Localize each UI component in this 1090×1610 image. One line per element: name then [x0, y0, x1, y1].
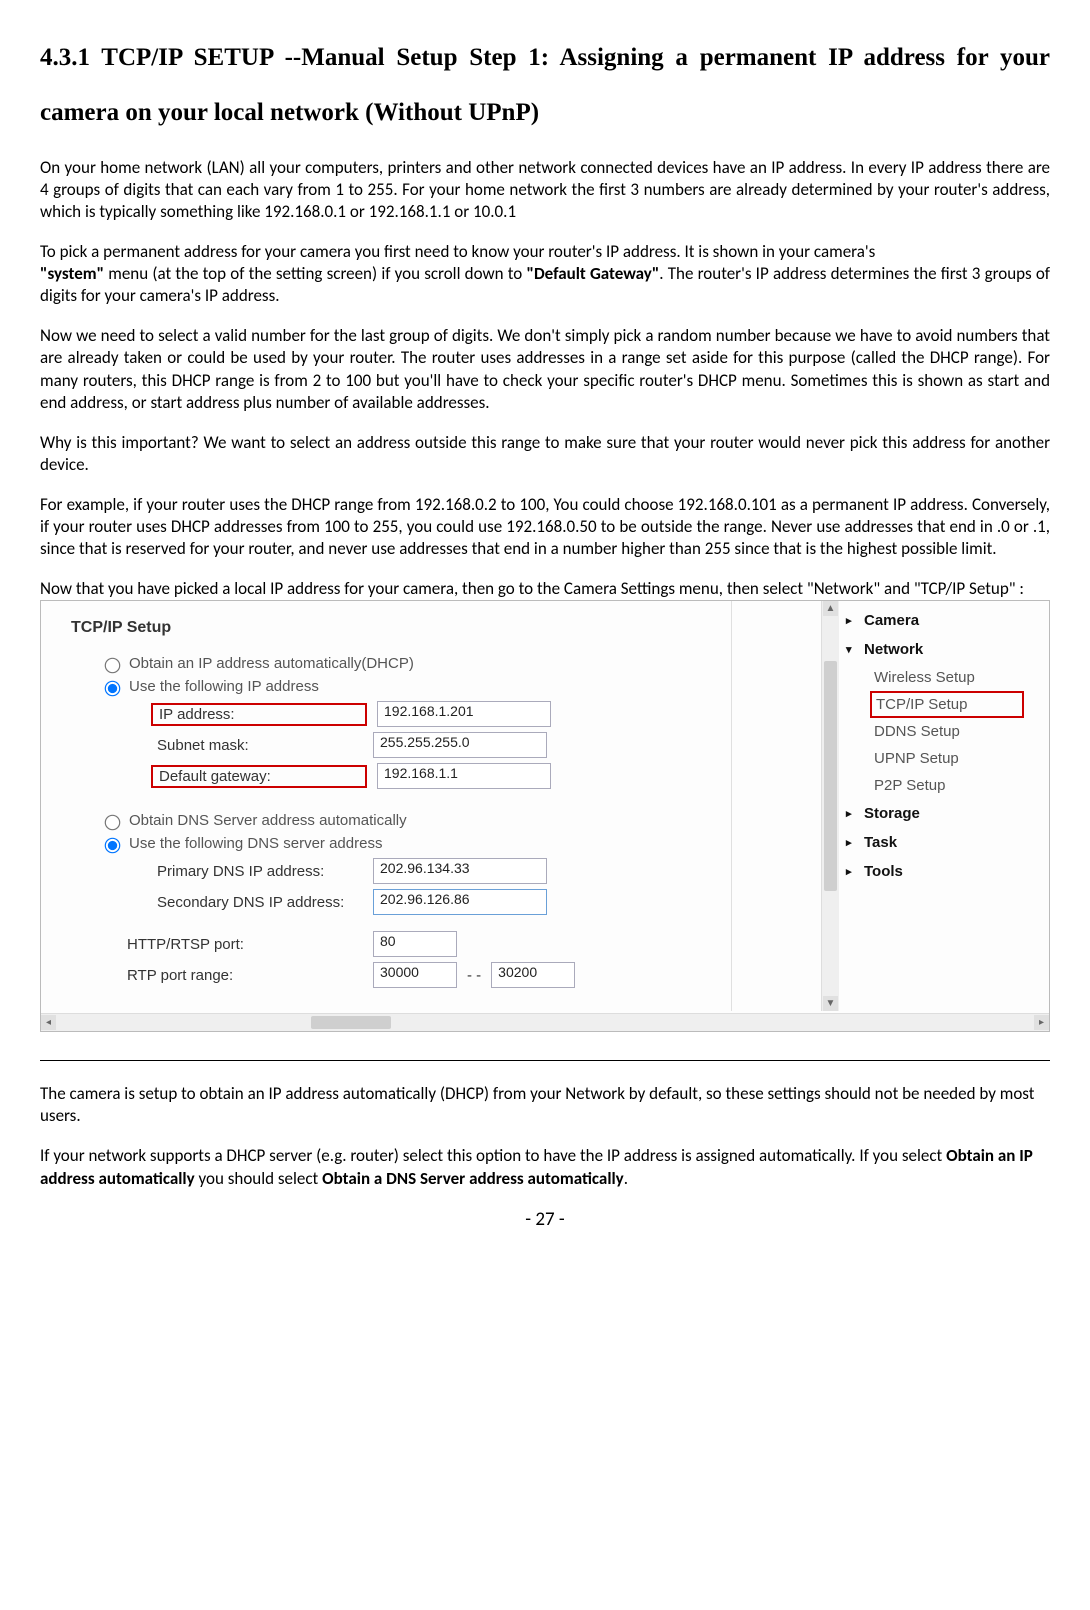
- radio-obtain-dhcp[interactable]: Obtain an IP address automatically(DHCP): [101, 655, 731, 672]
- text: .: [624, 1168, 628, 1189]
- http-port-label: HTTP/RTSP port:: [121, 933, 363, 956]
- radio-label: Obtain DNS Server address automatically: [129, 812, 407, 829]
- gateway-input[interactable]: 192.168.1.1: [377, 763, 551, 789]
- sidebar-sub-upnp[interactable]: UPNP Setup: [870, 745, 1024, 772]
- radio-input[interactable]: [105, 658, 121, 674]
- paragraph: The camera is setup to obtain an IP addr…: [40, 1083, 1050, 1127]
- radio-dns-manual[interactable]: Use the following DNS server address: [101, 835, 731, 852]
- scroll-down-icon[interactable]: ▼: [823, 996, 838, 1011]
- bold-text: Obtain a DNS Server address automaticall…: [322, 1168, 624, 1189]
- sidebar-sub-tcpip[interactable]: TCP/IP Setup: [870, 691, 1024, 718]
- scroll-left-icon[interactable]: ◂: [41, 1015, 56, 1030]
- radio-use-static[interactable]: Use the following IP address: [101, 678, 731, 695]
- sidebar-item-network[interactable]: ▾ Network: [844, 635, 1024, 664]
- ip-address-input[interactable]: 192.168.1.201: [377, 701, 551, 727]
- sidebar-label: Camera: [864, 612, 919, 629]
- radio-dns-auto[interactable]: Obtain DNS Server address automatically: [101, 812, 731, 829]
- settings-sidebar: ▸ Camera ▾ Network Wireless Setup TCP/IP S…: [844, 606, 1024, 886]
- range-separator: - -: [467, 967, 481, 984]
- section-heading: 4.3.1 TCP/IP SETUP --Manual Setup Step 1…: [40, 30, 1050, 140]
- rtp-range-label: RTP port range:: [121, 964, 363, 987]
- rtp-to-input[interactable]: 30200: [491, 962, 575, 988]
- chevron-right-icon: ▸: [846, 836, 852, 849]
- subnet-label: Subnet mask:: [151, 734, 363, 757]
- paragraph: Now we need to select a valid number for…: [40, 325, 1050, 413]
- secondary-dns-label: Secondary DNS IP address:: [151, 891, 363, 914]
- gateway-label: Default gateway:: [151, 765, 367, 788]
- tcpip-panel: TCP/IP Setup Obtain an IP address automa…: [61, 601, 732, 1011]
- chevron-right-icon: ▸: [846, 614, 852, 627]
- radio-label: Use the following DNS server address: [129, 835, 382, 852]
- sidebar-sub-p2p[interactable]: P2P Setup: [870, 772, 1024, 799]
- text: you should select: [195, 1168, 322, 1189]
- bold-text: "system": [40, 263, 104, 284]
- scrollbar-thumb[interactable]: [311, 1016, 391, 1029]
- sidebar-label: Tools: [864, 863, 903, 880]
- panel-title: TCP/IP Setup: [71, 619, 731, 637]
- horizontal-scrollbar[interactable]: ◂ ▸: [41, 1013, 1049, 1031]
- radio-input[interactable]: [105, 681, 121, 697]
- paragraph: "system" menu (at the top of the setting…: [40, 263, 1050, 307]
- sidebar-label: Storage: [864, 805, 920, 822]
- subnet-input[interactable]: 255.255.255.0: [373, 732, 547, 758]
- ip-address-label: IP address:: [151, 703, 367, 726]
- paragraph: If your network supports a DHCP server (…: [40, 1145, 1050, 1189]
- chevron-right-icon: ▸: [846, 865, 852, 878]
- radio-input[interactable]: [105, 838, 121, 854]
- paragraph: Why is this important? We want to select…: [40, 432, 1050, 476]
- radio-label: Obtain an IP address automatically(DHCP): [129, 655, 414, 672]
- sidebar-item-storage[interactable]: ▸ Storage: [844, 799, 1024, 828]
- primary-dns-input[interactable]: 202.96.134.33: [373, 858, 547, 884]
- sidebar-sub-ddns[interactable]: DDNS Setup: [870, 718, 1024, 745]
- vertical-scrollbar[interactable]: ▲ ▼: [821, 601, 839, 1011]
- paragraph: On your home network (LAN) all your comp…: [40, 157, 1050, 223]
- paragraph: Now that you have picked a local IP addr…: [40, 578, 1050, 600]
- scroll-right-icon[interactable]: ▸: [1034, 1015, 1049, 1030]
- paragraph: To pick a permanent address for your cam…: [40, 241, 1050, 263]
- sidebar-item-task[interactable]: ▸ Task: [844, 828, 1024, 857]
- http-port-input[interactable]: 80: [373, 931, 457, 957]
- chevron-right-icon: ▸: [846, 807, 852, 820]
- paragraph: For example, if your router uses the DHC…: [40, 494, 1050, 560]
- sidebar-item-camera[interactable]: ▸ Camera: [844, 606, 1024, 635]
- sidebar-label: Network: [864, 641, 923, 658]
- scroll-up-icon[interactable]: ▲: [823, 601, 838, 616]
- text: If your network supports a DHCP server (…: [40, 1145, 946, 1166]
- chevron-down-icon: ▾: [846, 643, 852, 656]
- text: menu (at the top of the setting screen) …: [104, 263, 526, 284]
- radio-label: Use the following IP address: [129, 678, 319, 695]
- bold-text: "Default Gateway": [526, 263, 659, 284]
- separator: [40, 1060, 1050, 1061]
- sidebar-item-tools[interactable]: ▸ Tools: [844, 857, 1024, 886]
- primary-dns-label: Primary DNS IP address:: [151, 860, 363, 883]
- settings-screenshot: TCP/IP Setup Obtain an IP address automa…: [40, 600, 1050, 1032]
- scrollbar-thumb[interactable]: [824, 661, 837, 891]
- secondary-dns-input[interactable]: 202.96.126.86: [373, 889, 547, 915]
- rtp-from-input[interactable]: 30000: [373, 962, 457, 988]
- sidebar-label: Task: [864, 834, 897, 851]
- radio-input[interactable]: [105, 815, 121, 831]
- page-number: - 27 -: [40, 1208, 1050, 1231]
- sidebar-sub-wireless[interactable]: Wireless Setup: [870, 664, 1024, 691]
